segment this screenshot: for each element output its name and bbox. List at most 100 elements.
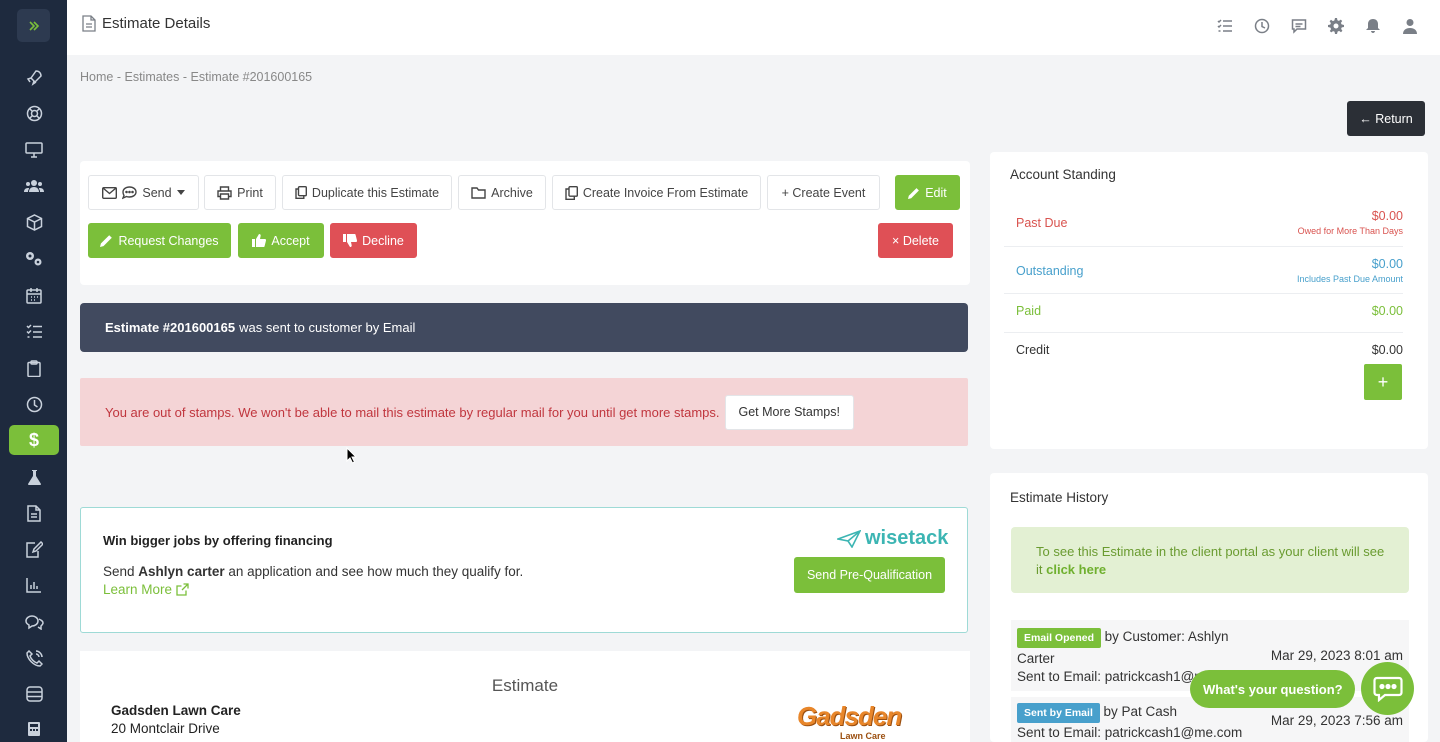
request-changes-button[interactable]: Request Changes bbox=[88, 223, 231, 258]
sidebar-item-reports[interactable] bbox=[9, 570, 59, 600]
company-name: Gadsden Lawn Care bbox=[111, 703, 241, 718]
paid-label: Paid bbox=[1016, 304, 1042, 318]
sidebar-item-storage[interactable] bbox=[9, 679, 59, 709]
create-invoice-label: Create Invoice From Estimate bbox=[582, 185, 749, 200]
credit-amount: $0.00 bbox=[1371, 343, 1403, 357]
breadcrumb-home[interactable]: Home bbox=[80, 70, 113, 84]
sent-estimate-number: Estimate #201600165 bbox=[105, 320, 236, 335]
copy-icon bbox=[295, 186, 307, 199]
send-prequalification-button[interactable]: Send Pre-Qualification bbox=[794, 557, 945, 593]
thumbs-up-icon bbox=[252, 234, 267, 247]
return-button[interactable]: ← Return bbox=[1347, 101, 1425, 136]
get-more-stamps-button[interactable]: Get More Stamps! bbox=[724, 394, 854, 430]
user-icon[interactable] bbox=[1402, 18, 1418, 34]
history-item-date: Mar 29, 2023 7:56 am bbox=[1270, 713, 1403, 728]
sidebar-item-messages[interactable] bbox=[9, 607, 59, 637]
create-invoice-button[interactable]: Create Invoice From Estimate bbox=[552, 175, 761, 210]
past-due-amount: $0.00 bbox=[1371, 209, 1403, 223]
sidebar-item-settings[interactable] bbox=[9, 243, 59, 273]
send-dropdown-button[interactable]: Send bbox=[88, 175, 199, 210]
sidebar-item-dashboard[interactable] bbox=[9, 135, 59, 165]
archive-label: Archive bbox=[491, 185, 533, 200]
credit-label: Credit bbox=[1016, 343, 1050, 357]
financing-customer-name: Ashlyn carter bbox=[138, 564, 225, 579]
wisetack-logo: wisetack bbox=[837, 527, 948, 550]
breadcrumb: Home - Estimates - Estimate #201600165 bbox=[80, 70, 312, 84]
print-label: Print bbox=[237, 185, 263, 200]
document-icon bbox=[82, 15, 96, 32]
sidebar-item-calls[interactable] bbox=[9, 643, 59, 673]
sidebar-item-clipboard[interactable] bbox=[9, 353, 59, 383]
copy-icon bbox=[565, 185, 578, 200]
history-item-recipient: Sent to Email: patrickcash1@me.com bbox=[1017, 725, 1243, 740]
top-bar: Estimate Details bbox=[67, 0, 1440, 55]
chat-prompt-bubble[interactable]: What's your question? bbox=[1190, 670, 1355, 708]
monitor-icon bbox=[25, 142, 43, 158]
estimate-history-title: Estimate History bbox=[1010, 490, 1109, 505]
duplicate-estimate-button[interactable]: Duplicate this Estimate bbox=[282, 175, 452, 210]
caret-down-icon bbox=[176, 190, 185, 195]
learn-more-link[interactable]: Learn More bbox=[103, 582, 189, 597]
print-button[interactable]: Print bbox=[204, 175, 276, 210]
database-icon bbox=[25, 686, 43, 702]
sidebar-item-rocket[interactable] bbox=[9, 62, 59, 92]
edit-button[interactable]: Edit bbox=[895, 175, 960, 210]
tasks-icon[interactable] bbox=[1217, 18, 1233, 34]
past-due-note: Owed for More Than Days bbox=[1297, 226, 1403, 236]
financing-description: Send Ashlyn carter an application and se… bbox=[103, 564, 523, 579]
gear-icon[interactable] bbox=[1328, 18, 1344, 34]
outstanding-label: Outstanding bbox=[1016, 264, 1084, 278]
history-item-recipient: Sent to Email: patrickcash1@m bbox=[1017, 669, 1206, 684]
folder-icon bbox=[471, 186, 486, 199]
breadcrumb-estimates[interactable]: Estimates bbox=[124, 70, 179, 84]
chat-launcher-button[interactable] bbox=[1361, 662, 1414, 715]
delete-button[interactable]: × Delete bbox=[878, 223, 953, 258]
sidebar-item-time[interactable] bbox=[9, 389, 59, 419]
external-link-icon bbox=[176, 583, 189, 596]
client-portal-link[interactable]: click here bbox=[1046, 562, 1106, 577]
request-changes-label: Request Changes bbox=[118, 233, 219, 248]
accept-button[interactable]: Accept bbox=[238, 223, 324, 258]
message-icon[interactable] bbox=[1291, 18, 1307, 34]
sidebar-item-edit-docs[interactable] bbox=[9, 534, 59, 564]
edit-document-icon bbox=[25, 540, 43, 558]
create-event-button[interactable]: + Create Event bbox=[767, 175, 880, 210]
flask-icon bbox=[27, 469, 41, 485]
sidebar-item-documents[interactable] bbox=[9, 498, 59, 528]
sidebar-item-lab[interactable] bbox=[9, 462, 59, 492]
chat-icon bbox=[24, 615, 44, 630]
outstanding-note: Includes Past Due Amount bbox=[1296, 274, 1403, 284]
sidebar-toggle-button[interactable] bbox=[17, 9, 50, 42]
dollar-icon: $ bbox=[28, 429, 39, 450]
archive-button[interactable]: Archive bbox=[458, 175, 546, 210]
decline-label: Decline bbox=[362, 233, 404, 248]
outstanding-amount: $0.00 bbox=[1371, 257, 1403, 271]
users-icon bbox=[24, 180, 44, 192]
sidebar-item-customers[interactable] bbox=[9, 171, 59, 201]
create-event-label: + Create Event bbox=[781, 185, 866, 200]
sidebar: $ bbox=[0, 0, 67, 742]
sidebar-item-calendar[interactable] bbox=[9, 280, 59, 310]
sidebar-item-tasks[interactable] bbox=[9, 316, 59, 346]
sidebar-item-products[interactable] bbox=[9, 207, 59, 237]
decline-button[interactable]: Decline bbox=[330, 223, 417, 258]
financing-heading: Win bigger jobs by offering financing bbox=[103, 533, 333, 548]
sidebar-item-estimates[interactable]: $ bbox=[9, 425, 59, 455]
bell-icon[interactable] bbox=[1365, 18, 1381, 34]
account-standing-card: Account Standing Past Due $0.00 Owed for… bbox=[990, 152, 1428, 449]
stamps-message: You are out of stamps. We won't be able … bbox=[105, 404, 720, 420]
sidebar-item-calculator[interactable] bbox=[9, 714, 59, 742]
sidebar-item-support[interactable] bbox=[9, 98, 59, 128]
add-credit-button[interactable]: + bbox=[1364, 364, 1402, 400]
estimate-document: Estimate Gadsden Lawn Care 20 Montclair … bbox=[80, 651, 970, 742]
thumbs-down-icon bbox=[343, 234, 358, 247]
document-icon bbox=[27, 504, 41, 522]
sent-status-text: was sent to customer by Email bbox=[239, 320, 416, 335]
page-title: Estimate Details bbox=[82, 15, 210, 32]
wisetack-logo-text: wisetack bbox=[865, 527, 949, 549]
account-standing-title: Account Standing bbox=[1010, 167, 1116, 182]
sms-icon bbox=[122, 185, 138, 199]
accept-label: Accept bbox=[271, 233, 310, 248]
history-clock-icon[interactable] bbox=[1254, 18, 1270, 34]
client-portal-note: To see this Estimate in the client porta… bbox=[1011, 527, 1409, 593]
